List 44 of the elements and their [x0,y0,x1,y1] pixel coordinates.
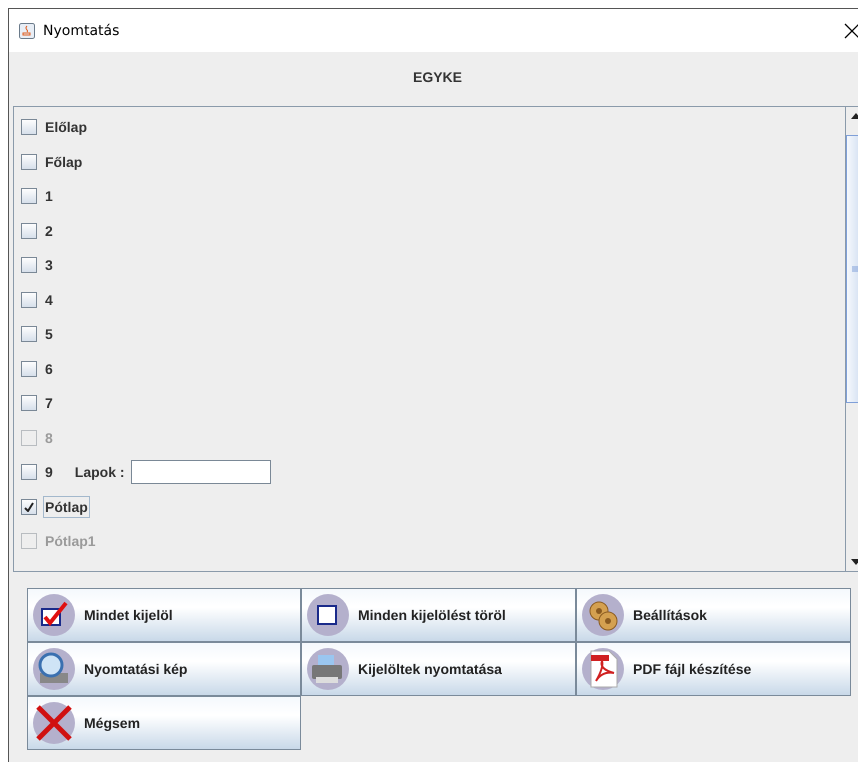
checkbox[interactable] [21,188,37,204]
scroll-down-icon[interactable] [850,559,858,565]
checkbox-label[interactable]: 9 [43,461,55,484]
field-label: Lapok : [74,464,125,480]
scroll-up-icon[interactable] [850,113,858,119]
java-cup-icon [19,22,35,38]
section-heading: EGYKE [412,69,462,85]
window-title: Nyomtatás [43,22,120,38]
checkbox[interactable] [21,154,37,170]
action-button[interactable]: PDF fájl készítése [576,642,851,696]
close-icon[interactable] [844,22,858,38]
checkbox-label[interactable]: 6 [43,358,55,380]
checkbox[interactable] [21,119,37,136]
checkbox-label[interactable]: 5 [43,323,55,346]
checkbox[interactable] [21,498,37,515]
gears-icon [581,593,625,637]
action-button[interactable]: Nyomtatási kép [27,642,301,696]
checkbox-label[interactable]: 2 [43,220,55,242]
checkbox-label[interactable]: Pótlap [43,496,90,518]
checkbox[interactable] [21,292,37,308]
checkbox[interactable] [21,395,37,412]
checkbox-label[interactable]: Előlap [43,116,90,138]
cancel-icon [32,701,76,745]
checkbox-label[interactable]: 3 [43,254,55,276]
checkbox-label[interactable]: Főlap [43,150,84,173]
checkbox[interactable] [21,326,37,342]
checkbox-label[interactable]: 4 [43,288,55,311]
pdf-file-icon [581,647,625,691]
checkbox-checked-icon [32,593,76,637]
action-button[interactable]: Beállítások [576,588,851,642]
checkbox-label[interactable]: 1 [43,185,55,208]
empty-checkbox-icon [306,593,350,637]
action-button[interactable]: Minden kijelölést töröl [301,588,576,642]
checkbox[interactable] [21,360,37,377]
checkbox[interactable] [21,222,37,239]
checkbox-label[interactable]: 7 [43,392,55,414]
checkbox[interactable] [21,257,37,274]
printer-icon [306,647,350,691]
action-button[interactable]: Kijelöltek nyomtatása [301,642,576,696]
action-button[interactable]: Mindet kijelöl [27,588,301,642]
pages-input-field[interactable] [130,460,271,484]
magnifier-printer-icon [32,647,76,691]
action-button[interactable]: Mégsem [27,696,301,750]
checkbox[interactable] [21,464,37,480]
